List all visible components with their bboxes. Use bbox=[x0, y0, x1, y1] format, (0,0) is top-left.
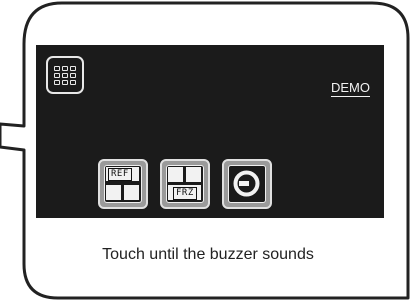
frz-label: FRZ bbox=[173, 187, 197, 200]
ref-button[interactable]: REF bbox=[98, 159, 148, 209]
power-icon bbox=[228, 165, 266, 203]
ref-split-icon: REF bbox=[104, 165, 142, 203]
power-button[interactable] bbox=[222, 159, 272, 209]
device-screen: DEMO REF FRZ bbox=[36, 45, 384, 218]
instruction-caption: Touch until the buzzer sounds bbox=[102, 246, 314, 263]
demo-label: DEMO bbox=[331, 80, 370, 97]
ref-label: REF bbox=[108, 168, 132, 181]
menu-button[interactable] bbox=[46, 56, 84, 94]
grid-menu-icon bbox=[54, 65, 76, 85]
freeze-split-icon: FRZ bbox=[166, 165, 204, 203]
freeze-button[interactable]: FRZ bbox=[160, 159, 210, 209]
